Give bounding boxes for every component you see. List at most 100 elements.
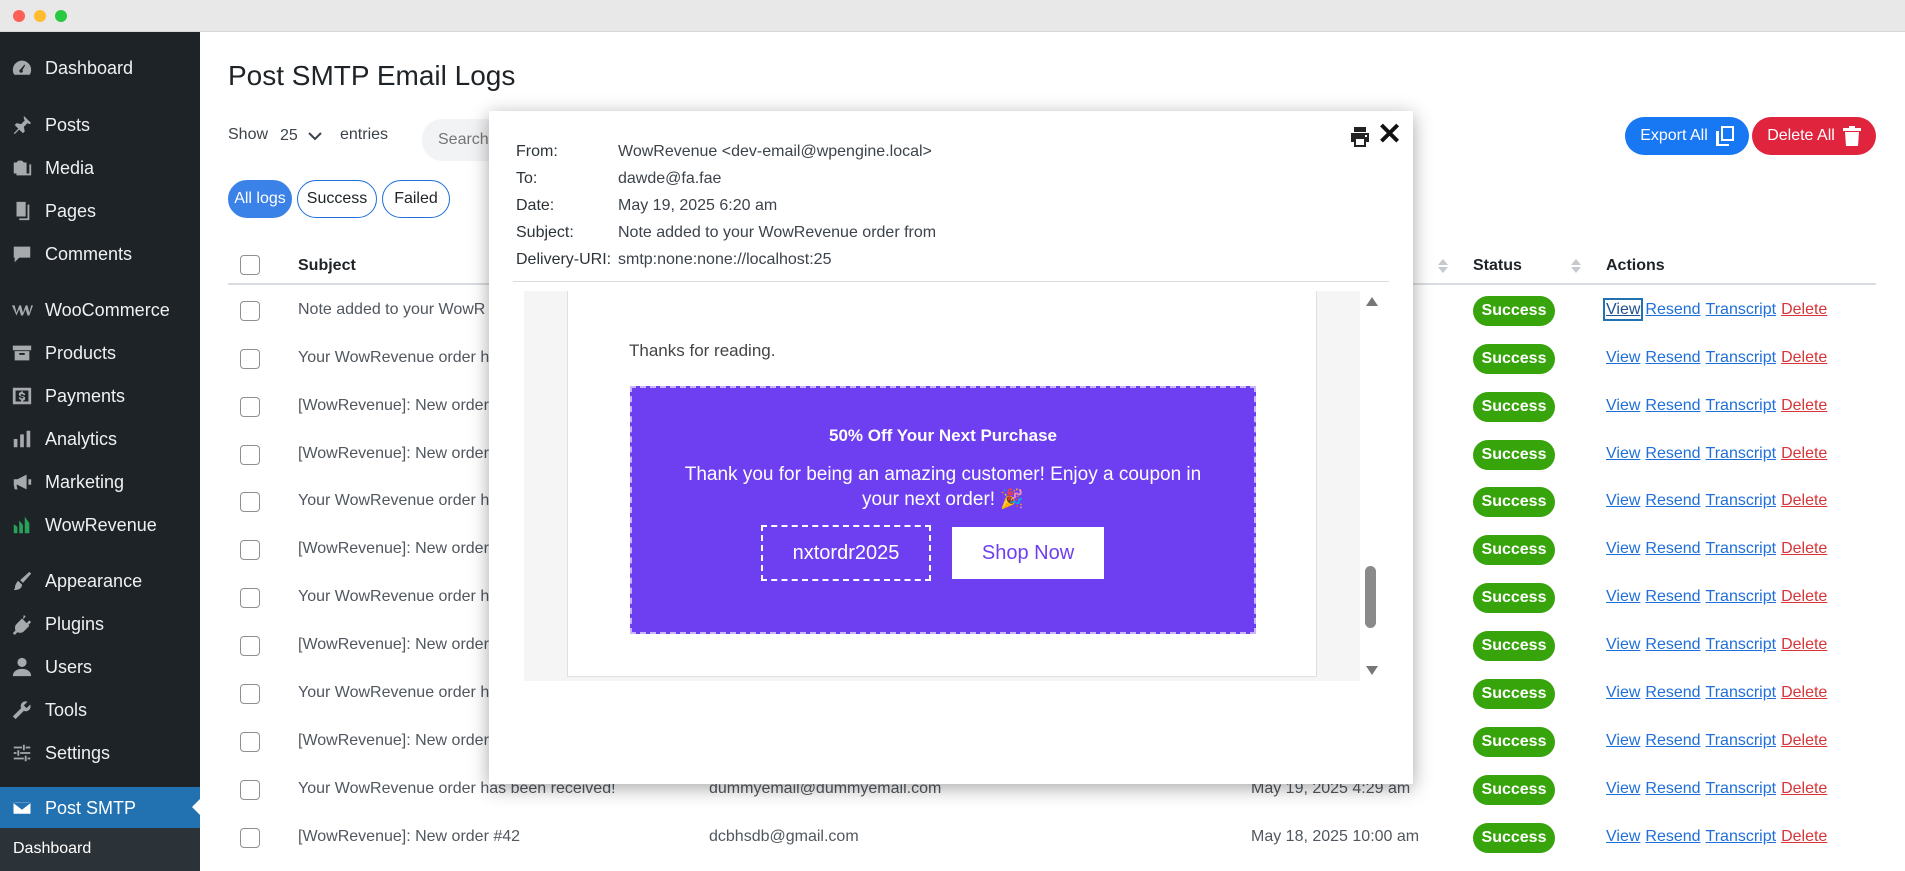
sidebar-item-wowrevenue[interactable]: WowRevenue xyxy=(0,505,200,545)
email-scrollbar[interactable] xyxy=(1360,291,1382,681)
transcript-link[interactable]: Transcript xyxy=(1706,301,1777,318)
export-all-button[interactable]: Export All xyxy=(1625,117,1749,155)
subject-header[interactable]: Subject xyxy=(298,257,356,275)
resend-link[interactable]: Resend xyxy=(1645,684,1700,701)
sort-icon[interactable] xyxy=(1438,259,1448,273)
select-all-checkbox[interactable] xyxy=(240,255,260,275)
view-link[interactable]: View xyxy=(1606,540,1640,557)
resend-link[interactable]: Resend xyxy=(1645,445,1700,462)
sidebar-item-comments[interactable]: Comments xyxy=(0,234,200,274)
sidebar-item-settings[interactable]: Settings xyxy=(0,733,200,773)
sort-icon[interactable] xyxy=(1571,259,1581,273)
delete-link[interactable]: Delete xyxy=(1781,684,1827,701)
delete-all-button[interactable]: Delete All xyxy=(1752,117,1876,155)
entries-select[interactable]: 25 xyxy=(280,122,330,150)
row-checkbox[interactable] xyxy=(240,636,260,656)
delete-link[interactable]: Delete xyxy=(1781,732,1827,749)
sidebar-item-posts[interactable]: Posts xyxy=(0,105,200,145)
status-header[interactable]: Status xyxy=(1473,257,1522,275)
sidebar-item-plugins[interactable]: Plugins xyxy=(0,604,200,644)
view-link[interactable]: View xyxy=(1606,684,1640,701)
sidebar-item-products[interactable]: Products xyxy=(0,333,200,373)
delete-link[interactable]: Delete xyxy=(1781,445,1827,462)
email-body-frame[interactable]: Thanks for reading. 50% Off Your Next Pu… xyxy=(524,291,1360,681)
delete-link[interactable]: Delete xyxy=(1781,636,1827,653)
row-checkbox[interactable] xyxy=(240,492,260,512)
filter-all-logs[interactable]: All logs xyxy=(228,180,292,218)
delete-link[interactable]: Delete xyxy=(1781,301,1827,318)
row-checkbox[interactable] xyxy=(240,828,260,848)
transcript-link[interactable]: Transcript xyxy=(1706,684,1777,701)
transcript-link[interactable]: Transcript xyxy=(1706,636,1777,653)
sidebar-item-pages[interactable]: Pages xyxy=(0,191,200,231)
delete-link[interactable]: Delete xyxy=(1781,828,1827,845)
resend-link[interactable]: Resend xyxy=(1645,636,1700,653)
transcript-link[interactable]: Transcript xyxy=(1706,492,1777,509)
sidebar-item-marketing[interactable]: Marketing xyxy=(0,462,200,502)
view-link[interactable]: View xyxy=(1606,636,1640,653)
view-link[interactable]: View xyxy=(1606,732,1640,749)
delete-link[interactable]: Delete xyxy=(1781,780,1827,797)
transcript-link[interactable]: Transcript xyxy=(1706,349,1777,366)
view-link[interactable]: View xyxy=(1606,828,1640,845)
transcript-link[interactable]: Transcript xyxy=(1706,445,1777,462)
resend-link[interactable]: Resend xyxy=(1645,301,1700,318)
resend-link[interactable]: Resend xyxy=(1645,349,1700,366)
row-checkbox[interactable] xyxy=(240,540,260,560)
resend-link[interactable]: Resend xyxy=(1645,828,1700,845)
row-checkbox[interactable] xyxy=(240,732,260,752)
sidebar-item-dashboard[interactable]: Dashboard xyxy=(0,48,200,88)
sidebar-item-analytics[interactable]: Analytics xyxy=(0,419,200,459)
view-link[interactable]: View xyxy=(1602,298,1644,321)
view-link[interactable]: View xyxy=(1606,780,1640,797)
transcript-link[interactable]: Transcript xyxy=(1706,540,1777,557)
sidebar-item-payments[interactable]: Payments xyxy=(0,376,200,416)
row-checkbox[interactable] xyxy=(240,780,260,800)
transcript-link[interactable]: Transcript xyxy=(1706,732,1777,749)
submenu-item-dashboard[interactable]: Dashboard xyxy=(0,828,200,871)
row-checkbox[interactable] xyxy=(240,349,260,369)
row-checkbox[interactable] xyxy=(240,445,260,465)
resend-link[interactable]: Resend xyxy=(1645,780,1700,797)
sidebar-item-woocommerce[interactable]: WooCommerce xyxy=(0,290,200,330)
resend-link[interactable]: Resend xyxy=(1645,492,1700,509)
resend-link[interactable]: Resend xyxy=(1645,588,1700,605)
row-checkbox[interactable] xyxy=(240,397,260,417)
resend-link[interactable]: Resend xyxy=(1645,540,1700,557)
filter-success[interactable]: Success xyxy=(297,180,377,218)
delete-link[interactable]: Delete xyxy=(1781,588,1827,605)
scroll-down-icon[interactable] xyxy=(1366,666,1378,675)
sidebar-item-media[interactable]: Media xyxy=(0,148,200,188)
delete-link[interactable]: Delete xyxy=(1781,492,1827,509)
scroll-thumb[interactable] xyxy=(1365,566,1376,628)
view-link[interactable]: View xyxy=(1606,397,1640,414)
view-link[interactable]: View xyxy=(1606,349,1640,366)
close-icon[interactable]: ✕ xyxy=(1377,120,1402,150)
print-icon[interactable] xyxy=(1349,126,1371,148)
sidebar-item-users[interactable]: Users xyxy=(0,647,200,687)
view-link[interactable]: View xyxy=(1606,492,1640,509)
transcript-link[interactable]: Transcript xyxy=(1706,588,1777,605)
sidebar-item-post-smtp[interactable]: Post SMTP xyxy=(0,787,200,829)
minimize-window-button[interactable] xyxy=(34,10,46,22)
shop-now-button[interactable]: Shop Now xyxy=(952,527,1104,579)
sidebar-item-appearance[interactable]: Appearance xyxy=(0,561,200,601)
scroll-up-icon[interactable] xyxy=(1366,297,1378,306)
resend-link[interactable]: Resend xyxy=(1645,397,1700,414)
row-checkbox[interactable] xyxy=(240,301,260,321)
delete-link[interactable]: Delete xyxy=(1781,349,1827,366)
sidebar-item-tools[interactable]: Tools xyxy=(0,690,200,730)
delete-link[interactable]: Delete xyxy=(1781,540,1827,557)
transcript-link[interactable]: Transcript xyxy=(1706,397,1777,414)
maximize-window-button[interactable] xyxy=(55,10,67,22)
view-link[interactable]: View xyxy=(1606,445,1640,462)
row-checkbox[interactable] xyxy=(240,684,260,704)
row-checkbox[interactable] xyxy=(240,588,260,608)
resend-link[interactable]: Resend xyxy=(1645,732,1700,749)
view-link[interactable]: View xyxy=(1606,588,1640,605)
transcript-link[interactable]: Transcript xyxy=(1706,780,1777,797)
close-window-button[interactable] xyxy=(13,10,25,22)
delete-link[interactable]: Delete xyxy=(1781,397,1827,414)
filter-failed[interactable]: Failed xyxy=(382,180,450,218)
transcript-link[interactable]: Transcript xyxy=(1706,828,1777,845)
